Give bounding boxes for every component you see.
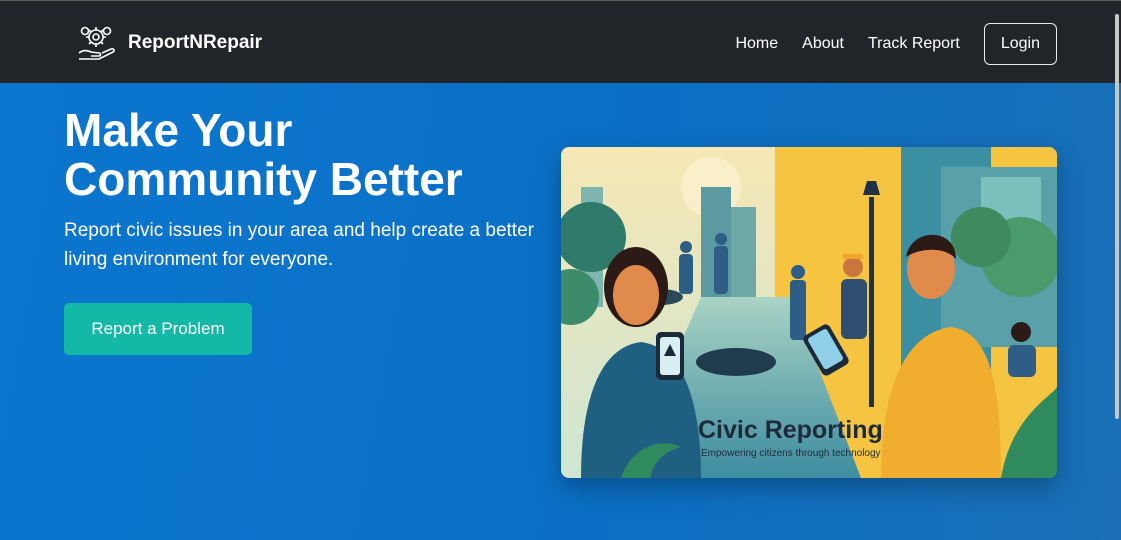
brand-link[interactable]: ReportNRepair [76,23,262,63]
hero-subtitle: Report civic issues in your area and hel… [64,220,534,270]
illustration-heading: Civic Reporting [698,416,883,444]
brand-name: ReportNRepair [128,32,263,53]
nav-about-link[interactable]: About [802,23,844,65]
scrollbar-thumb[interactable] [1115,14,1119,419]
civic-reporting-illustration: Civic Reporting Empowering citizens thro… [561,147,1057,478]
gears-hand-icon [78,26,115,60]
report-problem-button[interactable]: Report a Problem [64,303,252,355]
navbar: ReportNRepair Home About Track Report Lo… [0,0,1121,83]
hero-title: Make Your Community Better [64,104,463,205]
scrollbar[interactable] [1111,0,1121,540]
illustration-tagline: Empowering citizens through technology [701,448,881,459]
nav-home-link[interactable]: Home [735,23,778,65]
nav-track-report-link[interactable]: Track Report [868,23,960,65]
login-button[interactable]: Login [983,23,1057,65]
nav-links: Home About Track Report Login [735,23,1057,65]
